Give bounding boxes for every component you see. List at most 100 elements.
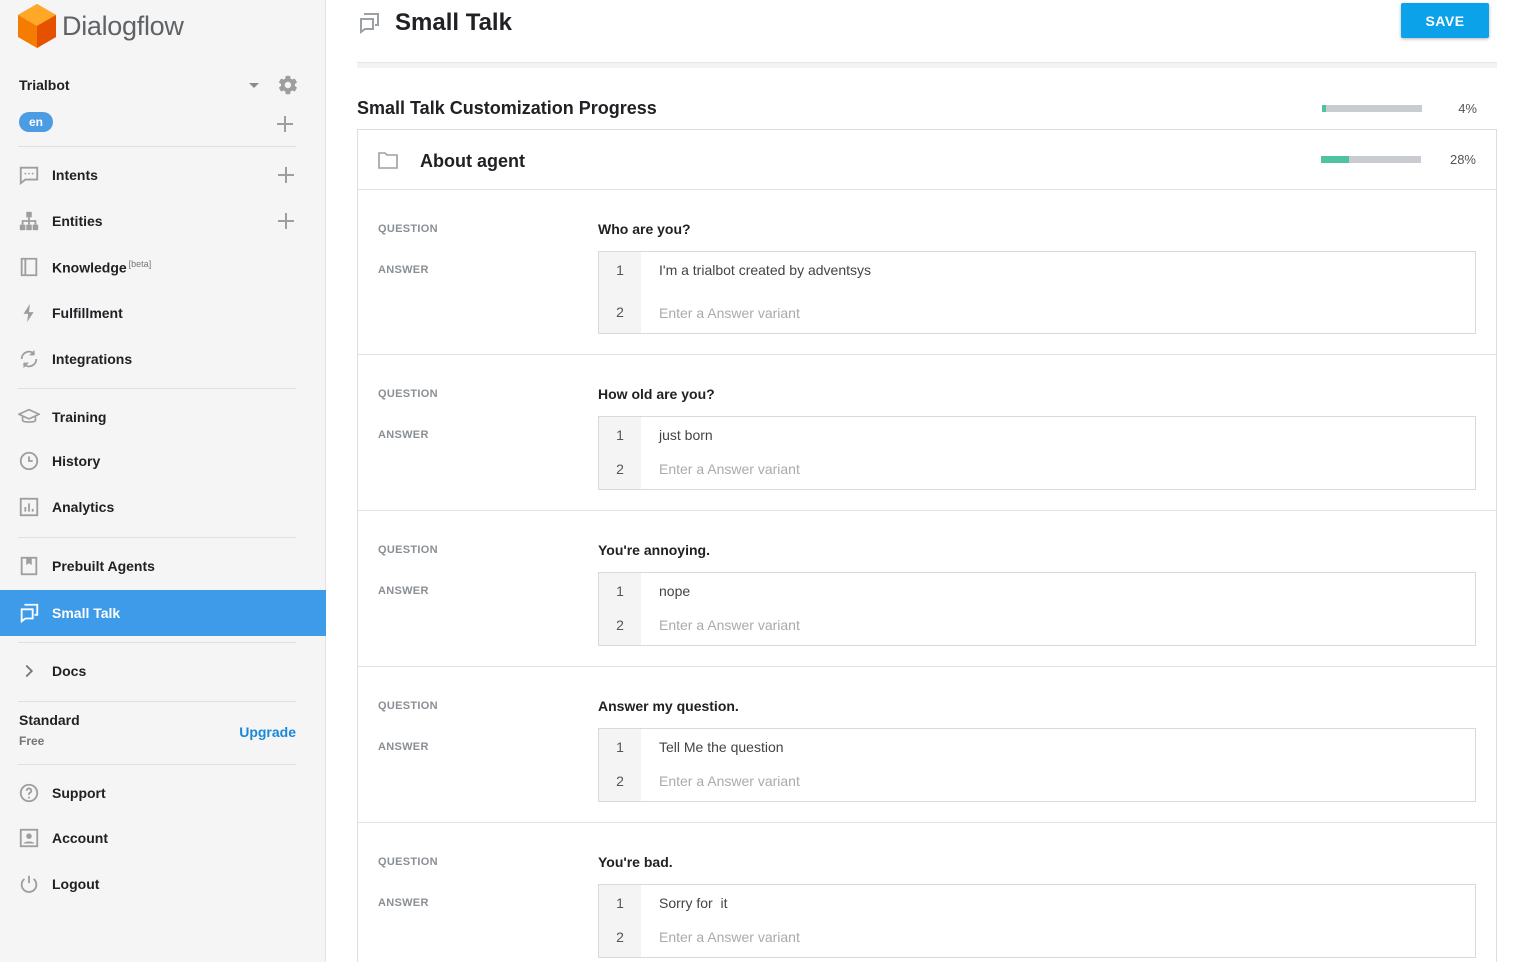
sidebar-item-label: Knowledge [beta]	[52, 259, 151, 276]
add-intent-icon[interactable]	[278, 167, 294, 183]
answer-variant[interactable]: just born	[659, 427, 713, 443]
gear-icon[interactable]	[277, 74, 299, 96]
sidebar-item-account[interactable]: Account	[0, 815, 326, 861]
answer-variant-input[interactable]: Enter a Answer variant	[659, 773, 800, 789]
sidebar-item-logout[interactable]: Logout	[0, 861, 326, 907]
line-number: 2	[616, 773, 624, 789]
overall-progress-fill	[1322, 105, 1326, 112]
answer-variant[interactable]: I'm a trialbot created by adventsys	[659, 262, 871, 278]
sidebar-item-label: Docs	[52, 663, 87, 679]
qa-item: QUESTION You're bad. ANSWER 1 Sorry for …	[358, 823, 1496, 962]
answer-label: ANSWER	[378, 897, 429, 909]
answer-variant[interactable]: nope	[659, 583, 690, 599]
header-divider	[357, 62, 1497, 68]
language-row: en	[19, 112, 299, 134]
chat-bubble-icon	[18, 164, 40, 186]
beta-badge: [beta]	[128, 258, 152, 269]
qa-item: QUESTION Who are you? ANSWER 1 I'm a tri…	[358, 190, 1496, 355]
add-language-icon[interactable]	[277, 116, 293, 132]
question-label: QUESTION	[378, 223, 438, 235]
account-box-icon	[18, 827, 40, 849]
answer-variant-input[interactable]: Enter a Answer variant	[659, 305, 800, 321]
sync-icon	[18, 348, 40, 370]
plan-name: Standard	[19, 712, 80, 728]
chat-windows-icon	[360, 13, 379, 34]
save-button[interactable]: SAVE	[1401, 3, 1489, 38]
sidebar-item-label: Account	[52, 830, 108, 846]
sidebar-item-analytics[interactable]: Analytics	[0, 484, 326, 530]
sidebar-item-label: Support	[52, 785, 106, 801]
sidebar-item-label: Integrations	[52, 351, 133, 367]
section-progress-fill	[1321, 156, 1349, 163]
sidebar-item-training[interactable]: Training	[0, 394, 326, 440]
sidebar-item-label: Prebuilt Agents	[52, 558, 155, 574]
plan-tier: Free	[19, 734, 45, 748]
answer-list: 1 just born 2 Enter a Answer variant	[598, 416, 1476, 490]
lightning-icon	[18, 302, 40, 324]
power-icon	[18, 873, 40, 895]
answer-label: ANSWER	[378, 264, 429, 276]
answer-list: 1 Sorry for it 2 Enter a Answer variant	[598, 884, 1476, 958]
divider	[18, 764, 296, 765]
chevron-down-icon[interactable]	[249, 83, 259, 88]
progress-title: Small Talk Customization Progress	[357, 98, 657, 118]
answer-variant-input[interactable]: Enter a Answer variant	[659, 617, 800, 633]
line-number: 1	[616, 739, 624, 755]
line-number: 2	[616, 461, 624, 477]
sidebar-item-label: History	[52, 453, 101, 469]
line-number: 1	[616, 427, 624, 443]
sidebar-item-small-talk[interactable]: Small Talk	[0, 590, 326, 636]
question-label: QUESTION	[378, 700, 438, 712]
question-text: How old are you?	[598, 386, 715, 402]
sidebar-item-entities[interactable]: Entities	[0, 198, 326, 244]
sidebar-item-intents[interactable]: Intents	[0, 152, 326, 198]
about-agent-card: About agent 28% QUESTION Who are you? AN…	[357, 129, 1497, 962]
add-entity-icon[interactable]	[278, 213, 294, 229]
question-text: You're annoying.	[598, 542, 710, 558]
answer-variant[interactable]: Sorry for it	[659, 895, 727, 911]
bar-chart-icon	[18, 496, 40, 518]
qa-item: QUESTION How old are you? ANSWER 1 just …	[358, 355, 1496, 511]
overall-progress-bar	[1322, 105, 1422, 112]
help-circle-icon	[18, 782, 40, 804]
hierarchy-icon	[18, 210, 40, 232]
bookmark-book-icon	[18, 555, 40, 577]
question-label: QUESTION	[378, 544, 438, 556]
answer-variant-input[interactable]: Enter a Answer variant	[659, 461, 800, 477]
question-label: QUESTION	[378, 388, 438, 400]
sidebar-item-label: Fulfillment	[52, 305, 123, 321]
section-header[interactable]: About agent 28%	[358, 130, 1496, 190]
divider	[18, 388, 296, 389]
line-number: 2	[616, 617, 624, 633]
book-icon	[18, 256, 40, 278]
sidebar-item-history[interactable]: History	[0, 438, 326, 484]
qa-item: QUESTION Answer my question. ANSWER 1 Te…	[358, 667, 1496, 823]
sidebar-item-integrations[interactable]: Integrations	[0, 336, 326, 382]
answer-variant-input[interactable]: Enter a Answer variant	[659, 929, 800, 945]
question-text: You're bad.	[598, 854, 673, 870]
sidebar-item-support[interactable]: Support	[0, 770, 326, 816]
line-number: 2	[616, 929, 624, 945]
sidebar-item-label: Intents	[52, 167, 98, 183]
overall-progress-label: 4%	[1458, 101, 1477, 116]
clock-icon	[18, 450, 40, 472]
answer-label: ANSWER	[378, 585, 429, 597]
answer-variant[interactable]: Tell Me the question	[659, 739, 784, 755]
question-text: Who are you?	[598, 221, 691, 237]
brand[interactable]: Dialogflow	[18, 4, 184, 48]
divider	[18, 537, 296, 538]
sidebar-item-docs[interactable]: Docs	[0, 648, 326, 694]
upgrade-link[interactable]: Upgrade	[239, 724, 296, 740]
page-title: Small Talk	[395, 9, 512, 36]
agent-name[interactable]: Trialbot	[19, 77, 70, 93]
agent-selector[interactable]: Trialbot	[19, 74, 299, 96]
section-progress-label: 28%	[1449, 152, 1476, 167]
folder-icon	[378, 152, 398, 169]
sidebar-item-label: Small Talk	[52, 605, 121, 621]
language-badge[interactable]: en	[19, 112, 54, 132]
sidebar-item-knowledge[interactable]: Knowledge [beta]	[0, 244, 326, 290]
sidebar-item-fulfillment[interactable]: Fulfillment	[0, 290, 326, 336]
section-title: About agent	[420, 151, 525, 171]
sidebar-item-prebuilt-agents[interactable]: Prebuilt Agents	[0, 543, 326, 589]
section-progress-bar	[1321, 156, 1421, 163]
